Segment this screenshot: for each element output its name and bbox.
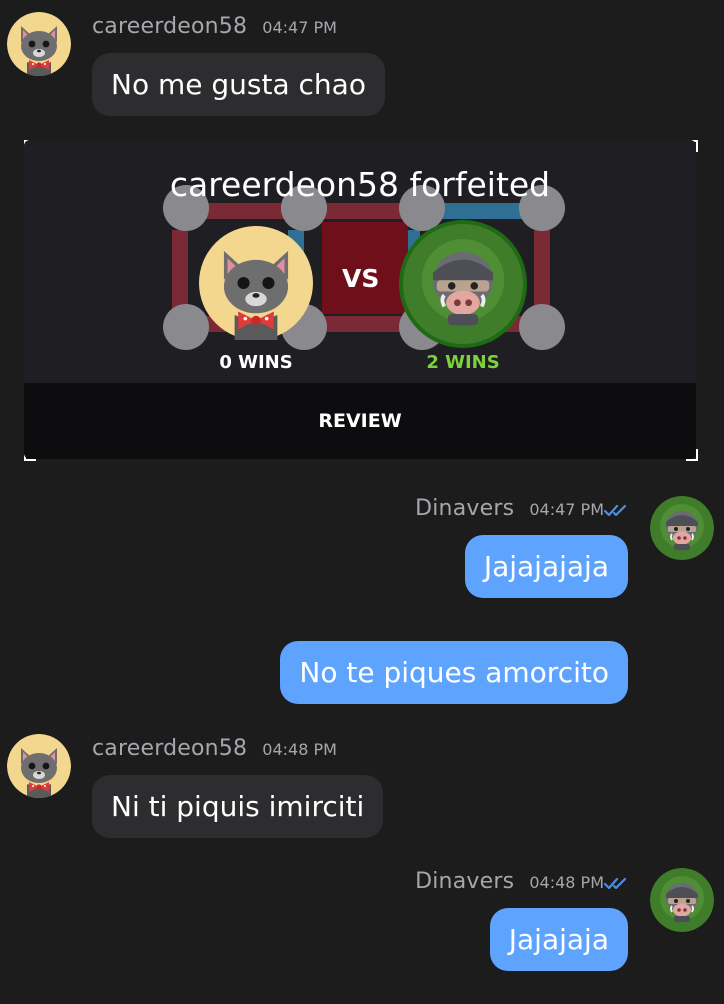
cat-avatar-icon[interactable]	[7, 12, 71, 76]
double-check-icon	[604, 877, 630, 891]
boar-avatar-icon[interactable]	[650, 496, 714, 560]
game-result-card[interactable]: careerdeon58 forfeited VS 0 WINS 2 WINS …	[24, 140, 696, 459]
username[interactable]: careerdeon58	[92, 736, 247, 761]
game-result-title: careerdeon58 forfeited	[169, 165, 551, 204]
message-header: careerdeon58 04:47 PM	[92, 14, 337, 39]
double-check-icon	[604, 504, 630, 518]
username[interactable]: Dinavers	[415, 496, 514, 521]
vs-label: VS	[342, 264, 380, 293]
message-bubble[interactable]: Jajajajaja	[464, 535, 628, 598]
username[interactable]: Dinavers	[415, 869, 514, 894]
player-right-avatar	[399, 220, 527, 348]
timestamp: 04:47 PM	[529, 500, 604, 519]
message-bubble[interactable]: Ni ti piquis imirciti	[92, 775, 384, 838]
username[interactable]: careerdeon58	[92, 14, 247, 39]
message-header: careerdeon58 04:48 PM	[92, 736, 337, 761]
timestamp: 04:48 PM	[262, 740, 337, 759]
message-header: Dinavers 04:48 PM	[415, 869, 630, 894]
game-board-preview: careerdeon58 forfeited VS 0 WINS 2 WINS	[24, 140, 696, 383]
right-player-wins: 2 WINS	[426, 352, 500, 373]
cat-avatar-icon[interactable]	[7, 734, 71, 798]
boar-avatar-icon[interactable]	[650, 868, 714, 932]
message-bubble[interactable]: No me gusta chao	[92, 53, 385, 116]
message-header: Dinavers 04:47 PM	[415, 496, 630, 521]
player-left-avatar	[199, 226, 313, 340]
message-bubble[interactable]: No te piques amorcito	[280, 641, 628, 704]
left-player-wins: 0 WINS	[219, 352, 293, 373]
timestamp: 04:48 PM	[529, 873, 604, 892]
message-bubble[interactable]: Jajajaja	[489, 908, 628, 971]
timestamp: 04:47 PM	[262, 18, 337, 37]
review-button[interactable]: REVIEW	[24, 383, 696, 459]
